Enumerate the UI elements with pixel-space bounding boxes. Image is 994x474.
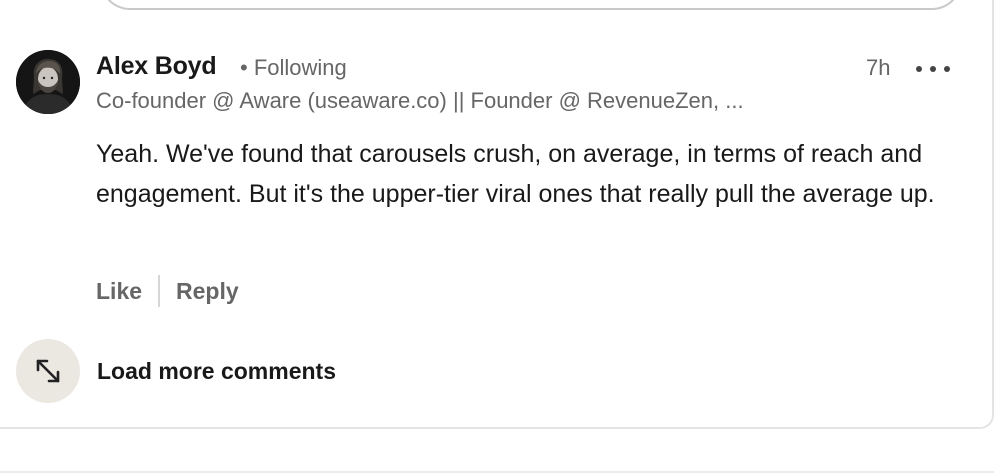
comment-timestamp: 7h bbox=[866, 55, 891, 80]
following-status: • Following bbox=[240, 55, 347, 80]
ellipsis-icon[interactable] bbox=[916, 60, 950, 78]
dot bbox=[916, 66, 922, 72]
load-more-label: Load more comments bbox=[97, 357, 336, 384]
load-more-comments-button[interactable]: Load more comments bbox=[16, 339, 336, 403]
divider bbox=[0, 471, 994, 473]
reply-button[interactable]: Reply bbox=[176, 278, 239, 305]
expand-arrows-glyph bbox=[36, 359, 60, 383]
dot bbox=[930, 66, 936, 72]
like-button[interactable]: Like bbox=[96, 278, 142, 305]
avatar[interactable] bbox=[16, 50, 80, 114]
comments-section: Alex Boyd • Following 7h Co-founder @ Aw… bbox=[0, 0, 994, 474]
profile-photo-icon bbox=[16, 50, 80, 114]
comment-actions: Like Reply bbox=[96, 274, 239, 308]
comment-text: Yeah. We've found that carousels crush, … bbox=[96, 140, 935, 208]
dot bbox=[944, 66, 950, 72]
expand-arrows-icon bbox=[16, 339, 80, 403]
author-headline: Co-founder @ Aware (useaware.co) || Foun… bbox=[96, 88, 744, 113]
author-name[interactable]: Alex Boyd bbox=[96, 52, 217, 81]
action-divider bbox=[158, 275, 161, 307]
